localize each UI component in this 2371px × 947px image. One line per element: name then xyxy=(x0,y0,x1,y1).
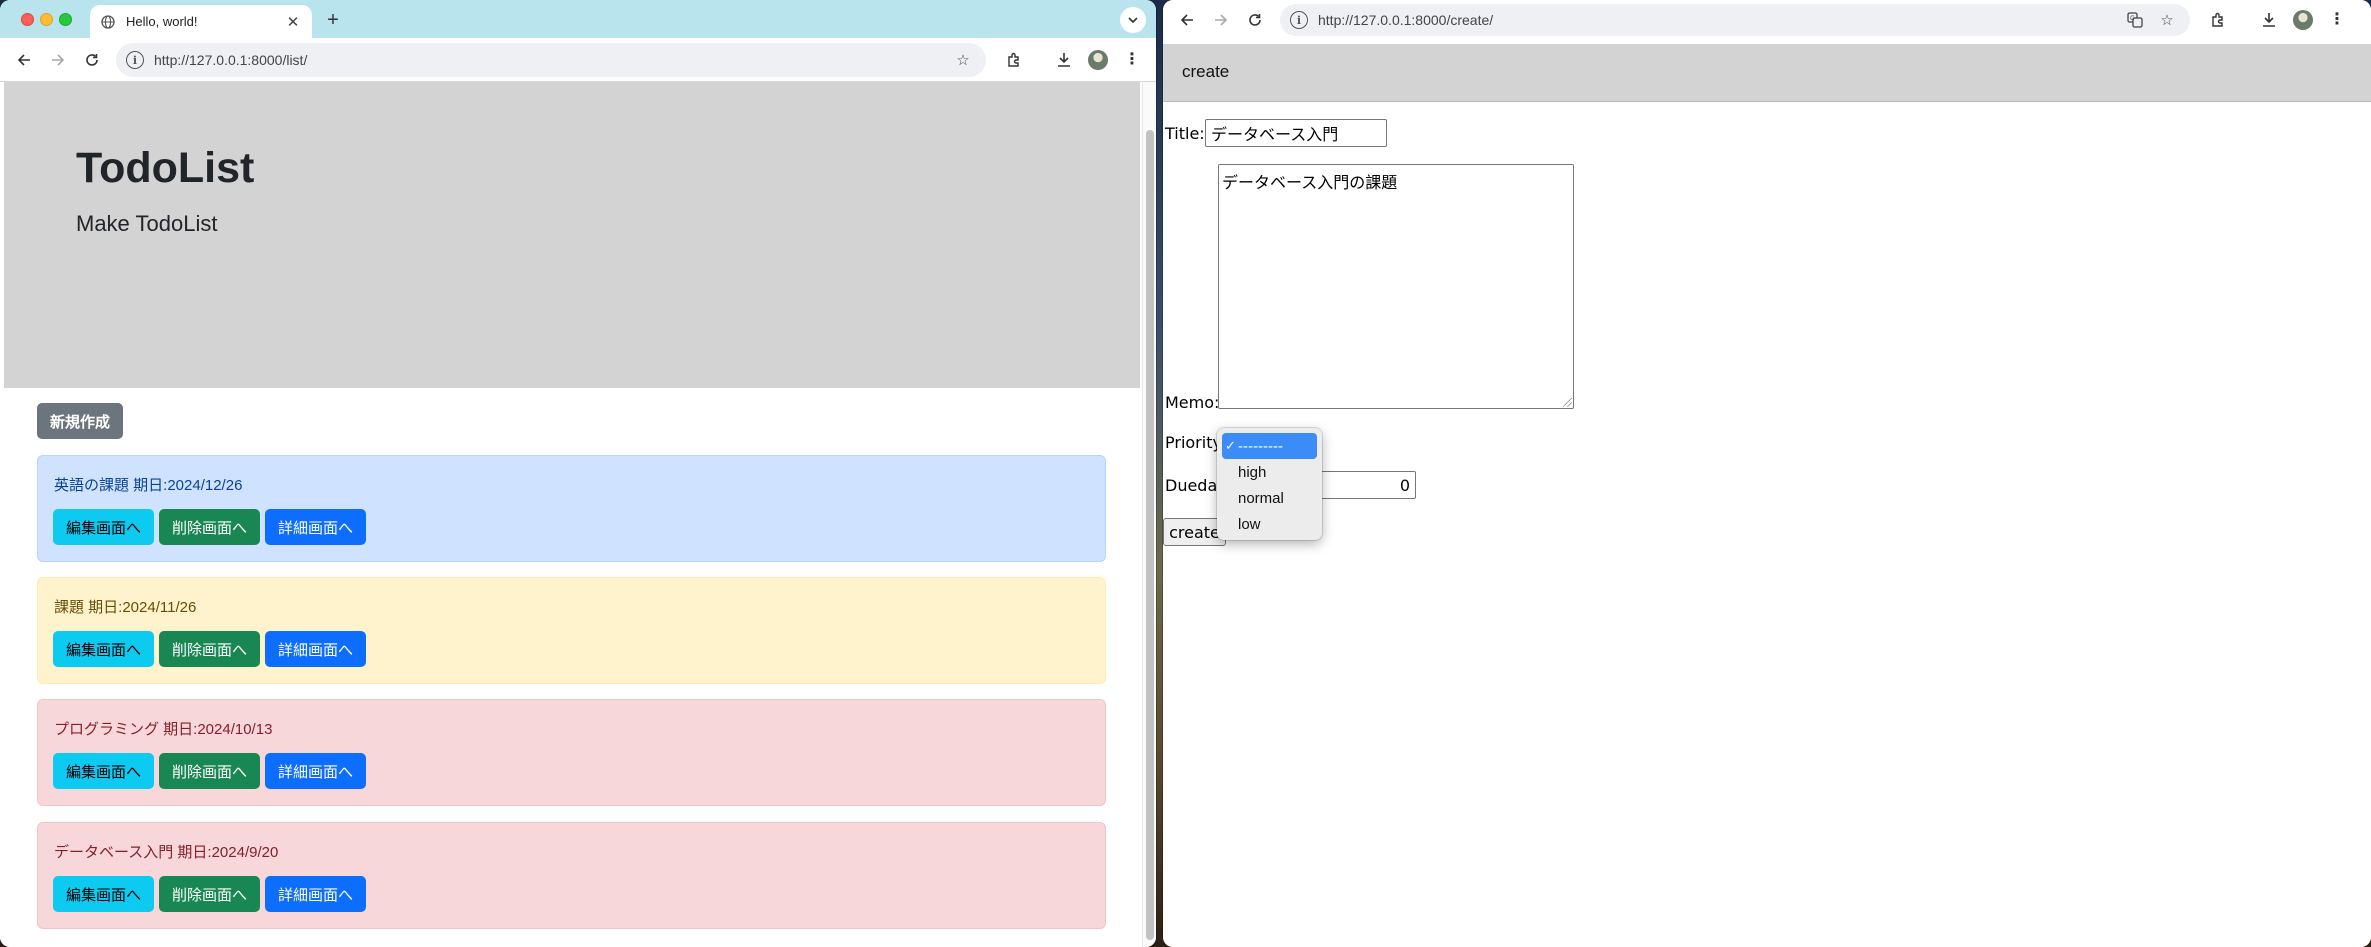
chevron-down-icon xyxy=(1128,17,1138,23)
todo-card: プログラミング 期日:2024/10/13 編集画面へ 削除画面へ 詳細画面へ xyxy=(37,699,1106,806)
extensions-icon[interactable] xyxy=(1002,48,1026,72)
close-window-button[interactable] xyxy=(21,13,34,26)
svg-text:G: G xyxy=(2130,15,2135,22)
arrow-left-icon xyxy=(17,54,30,66)
edit-button[interactable]: 編集画面へ xyxy=(53,631,154,667)
more-menu-icon[interactable]: ⋮ xyxy=(2325,8,2349,32)
arrow-right-icon xyxy=(1215,14,1228,26)
globe-icon xyxy=(100,14,116,30)
edit-button[interactable]: 編集画面へ xyxy=(53,753,154,789)
priority-option[interactable]: normal xyxy=(1222,485,1317,511)
priority-option[interactable]: low xyxy=(1222,511,1317,537)
detail-button[interactable]: 詳細画面へ xyxy=(265,509,366,545)
todo-card: 課題 期日:2024/11/26 編集画面へ 削除画面へ 詳細画面へ xyxy=(37,577,1106,684)
browser-window-list: Hello, world! ✕ + i http://127.0.0.1:800… xyxy=(0,0,1156,947)
profile-avatar[interactable] xyxy=(2291,8,2315,32)
edit-button[interactable]: 編集画面へ xyxy=(53,876,154,912)
priority-option-label: normal xyxy=(1238,489,1284,507)
navbar: create xyxy=(1163,44,2371,102)
todo-title: 課題 期日:2024/11/26 xyxy=(54,599,197,616)
todo-card: データベース入門 期日:2024/9/20 編集画面へ 削除画面へ 詳細画面へ xyxy=(37,822,1106,929)
forward-button[interactable] xyxy=(1209,8,1233,32)
detail-button[interactable]: 詳細画面へ xyxy=(265,876,366,912)
tab-search-button[interactable] xyxy=(1120,7,1146,33)
resize-handle-icon[interactable] xyxy=(1563,398,1572,407)
new-tab-button[interactable]: + xyxy=(320,7,346,33)
delete-button[interactable]: 削除画面へ xyxy=(159,753,260,789)
maximize-window-button[interactable] xyxy=(59,13,72,26)
priority-label: Priority xyxy=(1165,433,1222,452)
delete-button[interactable]: 削除画面へ xyxy=(159,631,260,667)
tab-title: Hello, world! xyxy=(126,14,198,29)
tab-hello-world[interactable]: Hello, world! ✕ xyxy=(90,5,312,38)
detail-button[interactable]: 詳細画面へ xyxy=(265,631,366,667)
more-menu-icon[interactable]: ⋮ xyxy=(1120,48,1144,72)
close-tab-icon[interactable]: ✕ xyxy=(284,13,302,31)
title-label: Title: xyxy=(1165,124,1205,143)
address-bar[interactable]: i http://127.0.0.1:8000/list/ ☆ xyxy=(116,43,986,77)
extensions-icon[interactable] xyxy=(2206,8,2230,32)
page-content: TodoList Make TodoList 新規作成 英語の課題 期日:202… xyxy=(0,82,1156,947)
priority-dropdown-menu: ✓ --------- high normal low xyxy=(1217,428,1322,540)
duedate-label: Duedat xyxy=(1165,476,1224,495)
reload-icon xyxy=(86,54,98,66)
url-text: http://127.0.0.1:8000/list/ xyxy=(154,52,308,68)
address-bar[interactable]: i http://127.0.0.1:8000/create/ G ☆ xyxy=(1280,4,2190,36)
site-info-icon[interactable]: i xyxy=(126,51,144,69)
back-button[interactable] xyxy=(1175,8,1199,32)
bookmark-star-icon[interactable]: ☆ xyxy=(954,51,972,69)
page-content: create Title: データベース入門 データベース入門の課題 Memo:… xyxy=(1163,40,2371,947)
edit-button[interactable]: 編集画面へ xyxy=(53,509,154,545)
new-todo-button[interactable]: 新規作成 xyxy=(37,403,123,439)
todo-title: データベース入門 期日:2024/9/20 xyxy=(54,844,279,861)
bookmark-star-icon[interactable]: ☆ xyxy=(2158,11,2176,29)
reload-icon xyxy=(1249,14,1261,26)
reload-button[interactable] xyxy=(1243,8,1267,32)
nav-create-link[interactable]: create xyxy=(1182,62,1229,82)
profile-avatar[interactable] xyxy=(1086,48,1110,72)
detail-button[interactable]: 詳細画面へ xyxy=(265,753,366,789)
delete-button[interactable]: 削除画面へ xyxy=(159,509,260,545)
priority-option-label: high xyxy=(1238,463,1267,481)
browser-toolbar: i http://127.0.0.1:8000/list/ ☆ ⋮ xyxy=(0,38,1156,82)
browser-toolbar: i http://127.0.0.1:8000/create/ G ☆ ⋮ xyxy=(1163,0,2371,40)
todo-title: 英語の課題 期日:2024/12/26 xyxy=(54,477,243,494)
memo-label: Memo: xyxy=(1165,393,1220,412)
browser-window-create: i http://127.0.0.1:8000/create/ G ☆ ⋮ cr… xyxy=(1163,0,2371,947)
todo-card: 英語の課題 期日:2024/12/26 編集画面へ 削除画面へ 詳細画面へ xyxy=(37,455,1106,562)
reload-button[interactable] xyxy=(80,48,104,72)
duedate-value: 0 xyxy=(1399,475,1410,495)
checkmark-icon: ✓ xyxy=(1225,438,1236,453)
title-input[interactable]: データベース入門 xyxy=(1205,119,1387,147)
forward-button[interactable] xyxy=(46,48,70,72)
delete-button[interactable]: 削除画面へ xyxy=(159,876,260,912)
arrow-right-icon xyxy=(52,54,65,66)
scrollbar-thumb[interactable] xyxy=(1146,130,1154,940)
vertical-scrollbar[interactable] xyxy=(1142,82,1156,947)
priority-option[interactable]: ✓ --------- xyxy=(1222,433,1317,459)
jumbotron-header: TodoList Make TodoList xyxy=(4,82,1140,388)
memo-textarea[interactable]: データベース入門の課題 xyxy=(1218,164,1574,409)
priority-option-label: --------- xyxy=(1238,437,1283,455)
back-button[interactable] xyxy=(12,48,36,72)
priority-option-label: low xyxy=(1238,515,1261,533)
memo-text: データベース入門の課題 xyxy=(1222,173,1398,192)
arrow-left-icon xyxy=(1180,14,1193,26)
minimize-window-button[interactable] xyxy=(40,13,53,26)
tab-strip: Hello, world! ✕ + xyxy=(0,0,1156,38)
site-info-icon[interactable]: i xyxy=(1290,11,1308,29)
download-icon[interactable] xyxy=(1052,48,1076,72)
download-icon[interactable] xyxy=(2257,8,2281,32)
page-title: TodoList xyxy=(76,144,255,192)
url-text: http://127.0.0.1:8000/create/ xyxy=(1318,12,1494,28)
translate-icon[interactable]: G xyxy=(2126,11,2144,29)
page-subtitle: Make TodoList xyxy=(76,211,218,236)
todo-title: プログラミング 期日:2024/10/13 xyxy=(54,721,273,738)
priority-option[interactable]: high xyxy=(1222,459,1317,485)
